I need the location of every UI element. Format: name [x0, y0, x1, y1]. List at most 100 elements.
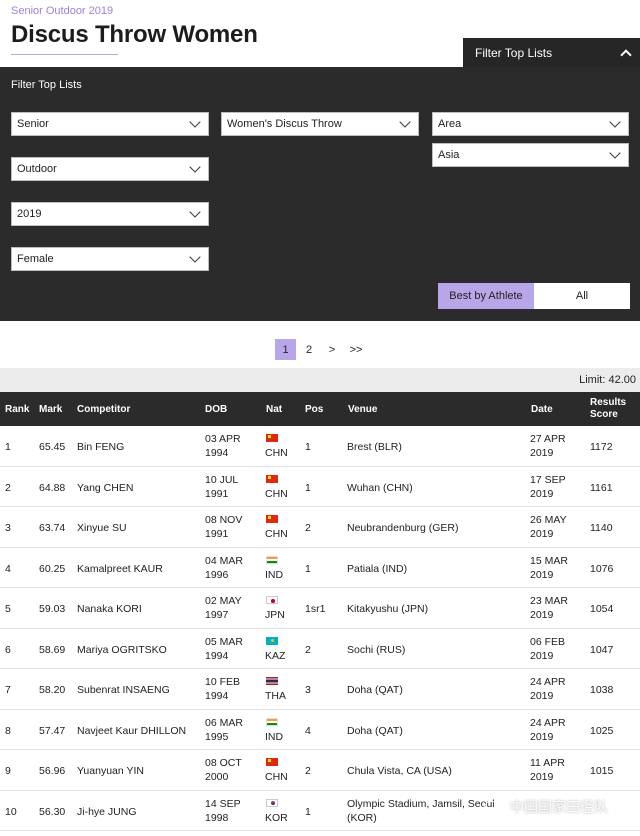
dob-year-cell: 1994 — [205, 447, 229, 459]
next-page-button[interactable]: > — [325, 339, 339, 360]
table-row[interactable]: 2 64.88 Yang CHEN 10 JUL 1991 CHN 1 Wuhan (CHN)… — [0, 467, 640, 507]
col-date[interactable]: Date — [531, 404, 553, 415]
environment-select[interactable]: Outdoor — [11, 157, 209, 181]
country-flag-icon — [266, 596, 278, 604]
gender-select[interactable]: Female — [11, 247, 209, 271]
all-button[interactable]: All — [534, 283, 630, 309]
date-year-cell: 2019 — [530, 730, 554, 743]
rank-cell: 3 — [5, 522, 11, 534]
breadcrumb[interactable]: Senior Outdoor 2019 — [11, 5, 113, 17]
date-year-cell: 2019 — [530, 568, 554, 581]
rank-cell: 1 — [5, 441, 11, 453]
page-1-button[interactable]: 1 — [275, 339, 296, 360]
col-results-score-line1[interactable]: Results — [590, 397, 626, 408]
table-row[interactable]: 5 59.03 Nanaka KORI 02 MAY 1997 JPN 1sr1 Kitaky… — [0, 588, 640, 629]
date-day-cell: 11 APR — [530, 757, 565, 769]
date-year-cell: 2019 — [530, 771, 554, 783]
competitor-link[interactable]: Ji-hye JUNG — [77, 805, 137, 819]
table-row[interactable]: 8 57.47 Navjeet Kaur DHILLON 06 MAR 1995 IND 4… — [0, 710, 640, 750]
competitor-link[interactable]: Nanaka KORI — [77, 602, 142, 616]
col-results-score-line2[interactable]: Score — [590, 409, 618, 420]
col-dob[interactable]: DOB — [205, 404, 227, 415]
mark-cell: 59.03 — [39, 603, 66, 615]
date-day-cell: 27 APR — [530, 433, 566, 445]
wechat-icon — [484, 799, 506, 815]
competitor-link[interactable]: Kamalpreet KAUR — [77, 562, 163, 576]
mark-cell: 57.47 — [39, 724, 66, 737]
mark-cell: 64.88 — [39, 481, 66, 494]
pagination: 1 2 > >> — [0, 339, 640, 361]
dob-year-cell: 1997 — [205, 609, 229, 621]
venue-cell-line2: (KOR) — [347, 811, 377, 824]
competitor-link[interactable]: Bin FENG — [77, 440, 124, 454]
date-year-cell: 2019 — [530, 447, 554, 459]
page-header: Senior Outdoor 2019 Discus Throw Women F… — [0, 0, 640, 67]
date-year-cell: 2019 — [530, 690, 554, 702]
page-2-button[interactable]: 2 — [302, 339, 316, 360]
venue-cell: Doha (QAT) — [347, 684, 403, 696]
limit-text: Limit: 42.00 — [579, 374, 636, 386]
table-row[interactable]: 6 58.69 Mariya OGRITSKO 05 MAR 1994 KAZ 2 Sochi… — [0, 629, 640, 669]
rank-cell: 8 — [5, 724, 11, 737]
score-cell: 1140 — [590, 522, 613, 534]
col-pos[interactable]: Pos — [305, 404, 323, 415]
competitor-link[interactable]: Navjeet Kaur DHILLON — [77, 724, 186, 738]
country-flag-icon — [266, 515, 278, 523]
competitor-link[interactable]: Yuanyuan YIN — [77, 764, 144, 778]
score-cell: 1038 — [590, 684, 614, 696]
filter-toggle-button[interactable]: Filter Top Lists — [463, 38, 640, 67]
discipline-select[interactable]: Women's Discus Throw — [221, 112, 419, 136]
nat-cell: CHN — [265, 771, 288, 783]
best-by-athlete-button[interactable]: Best by Athlete — [438, 283, 534, 309]
competitor-link[interactable]: Yang CHEN — [77, 481, 133, 495]
rank-cell: 9 — [5, 765, 11, 777]
age-group-select[interactable]: Senior — [11, 112, 209, 136]
chevron-down-icon — [189, 206, 201, 218]
col-mark[interactable]: Mark — [39, 404, 62, 415]
competitor-link[interactable]: Subenrat INSAENG — [77, 683, 170, 697]
pos-cell: 1 — [305, 562, 311, 575]
date-year-cell: 2019 — [530, 528, 554, 540]
dob-year-cell: 1994 — [205, 649, 229, 662]
chevron-down-icon — [609, 116, 621, 128]
region-type-value: Area — [438, 118, 462, 130]
nat-cell: CHN — [265, 487, 288, 500]
table-row[interactable]: 4 60.25 Kamalpreet KAUR 04 MAR 1996 IND 1 Patia… — [0, 548, 640, 588]
pos-cell: 1 — [305, 481, 311, 494]
year-select[interactable]: 2019 — [11, 202, 209, 226]
region-type-select[interactable]: Area — [432, 112, 629, 136]
title-underline — [11, 54, 118, 55]
venue-cell: Olympic Stadium, Jamsil, Seoul — [347, 797, 495, 810]
country-flag-icon — [266, 636, 278, 645]
country-flag-icon — [266, 758, 278, 766]
col-competitor[interactable]: Competitor — [77, 404, 130, 415]
date-day-cell: 26 MAY — [530, 514, 567, 526]
venue-cell: Brest (BLR) — [347, 441, 402, 453]
region-select[interactable]: Asia — [432, 143, 629, 167]
rank-cell: 6 — [5, 643, 11, 656]
competitor-link[interactable]: Mariya OGRITSKO — [77, 643, 167, 657]
table-row[interactable]: 3 63.74 Xinyue SU 08 NOV 1991 CHN 2 Neubrandenb… — [0, 507, 640, 548]
filter-panel-label: Filter Top Lists — [11, 79, 82, 91]
dob-year-cell: 1995 — [205, 730, 229, 743]
col-nat[interactable]: Nat — [266, 404, 282, 415]
rank-cell: 7 — [5, 684, 11, 696]
competitor-link[interactable]: Xinyue SU — [77, 521, 127, 535]
table-row[interactable]: 7 58.20 Subenrat INSAENG 10 FEB 1994 THA 3 Doha… — [0, 669, 640, 710]
nat-cell: KOR — [265, 811, 288, 824]
rank-cell: 2 — [5, 481, 11, 494]
country-flag-icon — [266, 798, 278, 807]
country-flag-icon — [266, 434, 278, 442]
table-row[interactable]: 1 65.45 Bin FENG 03 APR 1994 CHN 1 Brest (BLR) 2… — [0, 426, 640, 467]
last-page-button[interactable]: >> — [346, 339, 366, 360]
chevron-down-icon — [189, 116, 201, 128]
col-venue[interactable]: Venue — [348, 404, 377, 415]
table-row[interactable]: 9 56.96 Yuanyuan YIN 08 OCT 2000 CHN 2 Chula Vi… — [0, 750, 640, 791]
country-flag-icon — [266, 474, 278, 483]
venue-cell: Sochi (RUS) — [347, 643, 406, 656]
watermark: 中国国家田径队 — [484, 797, 608, 817]
nat-cell: CHN — [265, 447, 288, 459]
score-cell: 1172 — [590, 441, 613, 453]
col-rank[interactable]: Rank — [5, 404, 29, 415]
dob-day-cell: 03 APR — [205, 433, 241, 445]
